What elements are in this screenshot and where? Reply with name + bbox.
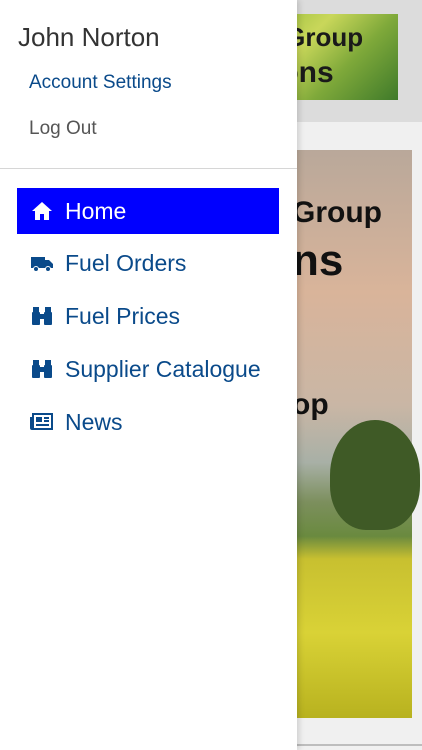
- log-out-link[interactable]: Log Out: [29, 118, 97, 140]
- user-name: John Norton: [18, 22, 160, 52]
- newspaper-icon: [27, 407, 57, 437]
- nav-item-home[interactable]: Home: [17, 188, 279, 234]
- nav-label-fuel-prices: Fuel Prices: [65, 302, 181, 329]
- hero-text-line3: op: [292, 388, 329, 421]
- account-settings-link[interactable]: Account Settings: [29, 72, 172, 94]
- nav-item-fuel-orders[interactable]: Fuel Orders: [17, 240, 279, 286]
- hero-text-line2: ns: [292, 236, 344, 285]
- home-icon: [27, 196, 57, 226]
- binoculars-icon: [27, 301, 57, 331]
- drawer-bottom-edge: [0, 744, 297, 750]
- truck-icon: [27, 248, 57, 278]
- nav-label-supplier-catalogue: Supplier Catalogue: [65, 355, 261, 382]
- nav-label-news: News: [65, 408, 123, 435]
- nav-item-fuel-prices[interactable]: Fuel Prices: [17, 293, 279, 339]
- nav-item-news[interactable]: News: [17, 399, 279, 445]
- nav-label-home: Home: [65, 197, 127, 224]
- navigation-drawer: John Norton Account Settings Log Out Hom…: [0, 0, 297, 750]
- nav-item-supplier-catalogue[interactable]: Supplier Catalogue: [17, 346, 279, 392]
- nav-label-fuel-orders: Fuel Orders: [65, 249, 187, 276]
- hero-text-line1: Group: [292, 196, 382, 229]
- hero-tree: [330, 420, 420, 530]
- drawer-divider: [0, 168, 297, 169]
- binoculars-icon: [27, 354, 57, 384]
